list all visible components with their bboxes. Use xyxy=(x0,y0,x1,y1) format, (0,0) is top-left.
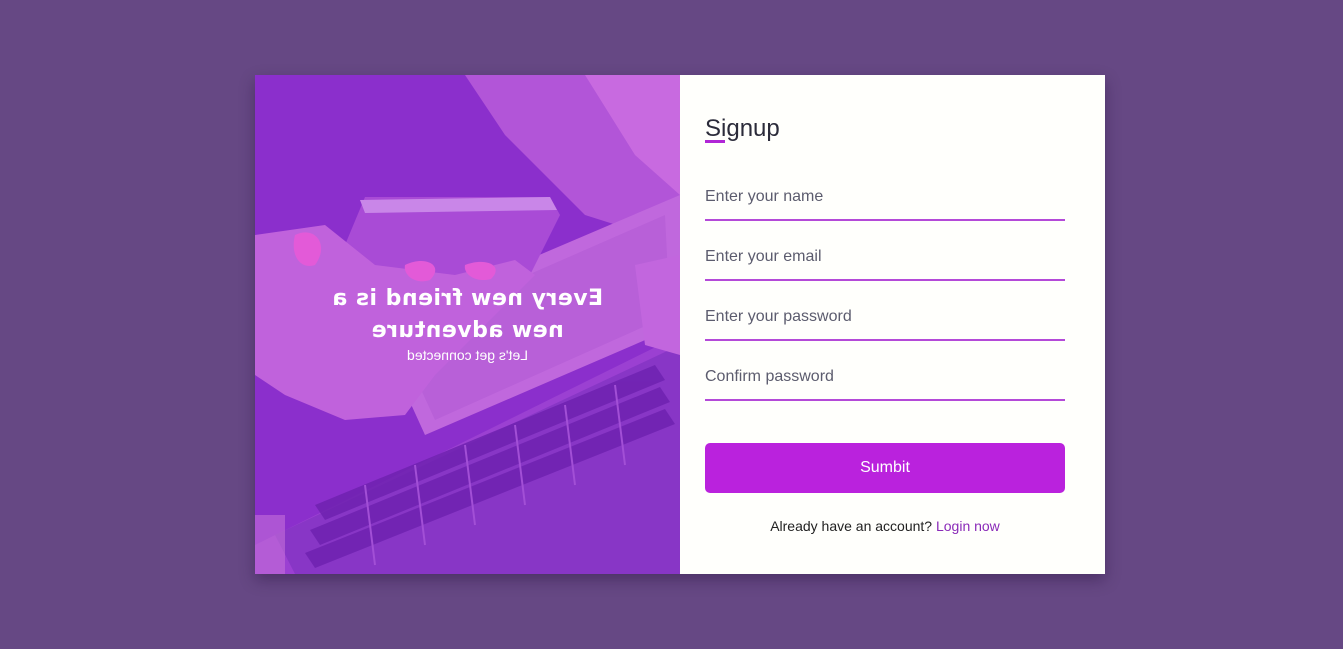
email-field[interactable] xyxy=(705,235,1065,281)
title-underline xyxy=(705,140,725,143)
signup-form-panel: Signup Sumbit Already have an account? L… xyxy=(680,75,1105,574)
hero-panel: Every new friend is a new adventure Let'… xyxy=(255,75,680,574)
hero-subtitle: Let's get connected xyxy=(407,347,528,363)
form-title: Signup xyxy=(705,115,780,142)
login-prompt-line: Already have an account? Login now xyxy=(705,518,1065,534)
login-link[interactable]: Login now xyxy=(936,518,1000,534)
confirm-password-field[interactable] xyxy=(705,355,1065,401)
name-field[interactable] xyxy=(705,175,1065,221)
submit-button[interactable]: Sumbit xyxy=(705,443,1065,493)
hero-overlay-text: Every new friend is a new adventure Let'… xyxy=(255,75,680,574)
password-field[interactable] xyxy=(705,295,1065,341)
login-prompt-text: Already have an account? xyxy=(770,518,933,534)
hero-title: Every new friend is a new adventure xyxy=(331,286,604,343)
signup-card: Every new friend is a new adventure Let'… xyxy=(255,75,1105,574)
